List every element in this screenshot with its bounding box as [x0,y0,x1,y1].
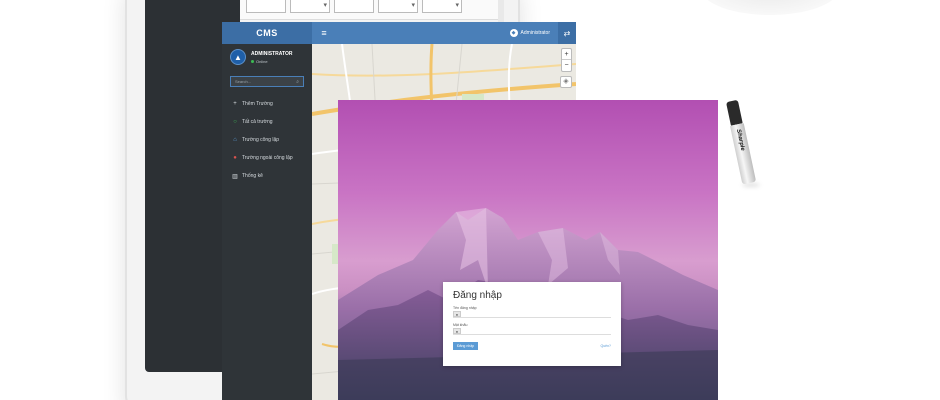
sidebar-item-all-schools[interactable]: ○ Tất cả trường [222,113,312,131]
header-user-menu[interactable]: ◆ Administrator [509,29,558,37]
username-field[interactable] [461,311,611,317]
home-icon: ⌂ [233,137,237,143]
lock-icon: ● [453,328,461,334]
filter-select[interactable] [334,0,374,13]
layers-icon[interactable]: ◈ [560,76,572,88]
sidebar-item-label: Tất cả trường [242,119,273,125]
filter-select[interactable]: ▾ [378,0,418,13]
password-field-row: ● [453,328,611,335]
circle-icon: ○ [233,119,237,125]
filter-select[interactable] [246,0,286,13]
password-label: Mật khẩu [453,323,468,327]
header-user-name: Administrator [520,30,550,36]
sidebar-item-add-school[interactable]: + Thêm Trường [222,95,312,113]
sidebar-item-public-schools[interactable]: ⌂ Trường công lập [222,131,312,149]
profile-text: ADMINISTRATOR Online [251,51,292,64]
username-label: Tên đăng nhập [453,306,477,310]
profile: ▲ ADMINISTRATOR Online [222,44,312,70]
username-field-row: ● [453,311,611,318]
sidebar-item-label: Trường ngoài công lập [242,155,293,161]
zoom-out-button[interactable]: − [562,60,571,71]
filter-select[interactable]: ▾ [290,0,330,13]
user-icon: ● [453,311,461,317]
profile-status-text: Online [256,58,268,64]
sidebar-search: ⌕ [230,76,304,87]
status-dot-icon [251,59,254,63]
login-title: Đăng nhập [453,290,502,301]
sidebar-item-statistics[interactable]: ▥ Thống kê [222,167,312,185]
scene: ▾ ▾ ▾ CMS ≡ ◆ Administrator ⇄ ▲ ADMINIST… [0,0,940,400]
profile-status: Online [251,59,292,64]
sidebar-item-label: Thêm Trường [242,101,273,107]
avatar: ▲ [230,49,246,65]
search-input[interactable] [235,79,295,84]
pin-icon: ● [233,155,237,161]
profile-name: ADMINISTRATOR [251,50,293,57]
bar-chart-icon: ▥ [232,173,238,180]
sidebar-item-label: Thống kê [242,173,263,179]
zoom-in-button[interactable]: + [562,49,571,60]
marker-pen: Sharpie [724,99,758,188]
login-screen: Đăng nhập Tên đăng nhập ● Mật khẩu ● Đăn… [338,100,718,400]
cms-header: CMS ≡ ◆ Administrator ⇄ [222,22,576,44]
login-card: Đăng nhập Tên đăng nhập ● Mật khẩu ● Đăn… [443,282,621,366]
back-filter-bar: ▾ ▾ ▾ [240,0,498,20]
login-button[interactable]: Đăng nhập [453,342,479,350]
forgot-password-link[interactable]: Quên? [600,344,611,348]
marker-body [729,122,757,185]
hamburger-icon[interactable]: ≡ [316,22,332,44]
sidebar-item-label: Trường công lập [242,137,280,143]
search-icon[interactable]: ⌕ [296,79,299,85]
user-avatar-icon: ◆ [509,29,518,37]
plus-icon: + [233,101,237,107]
login-actions: Đăng nhập Quên? [453,342,611,350]
filter-select[interactable]: ▾ [422,0,462,13]
marker-cap [725,99,743,126]
swap-icon[interactable]: ⇄ [558,22,576,44]
sidebar-item-private-schools[interactable]: ● Trường ngoài công lập [222,149,312,167]
cms-logo[interactable]: CMS [222,22,312,44]
cms-sidebar: ▲ ADMINISTRATOR Online ⌕ + Thêm Trường ○ [222,44,312,400]
password-field[interactable] [461,328,611,334]
decorative-blur [700,0,840,15]
zoom-control: + − [561,48,572,72]
